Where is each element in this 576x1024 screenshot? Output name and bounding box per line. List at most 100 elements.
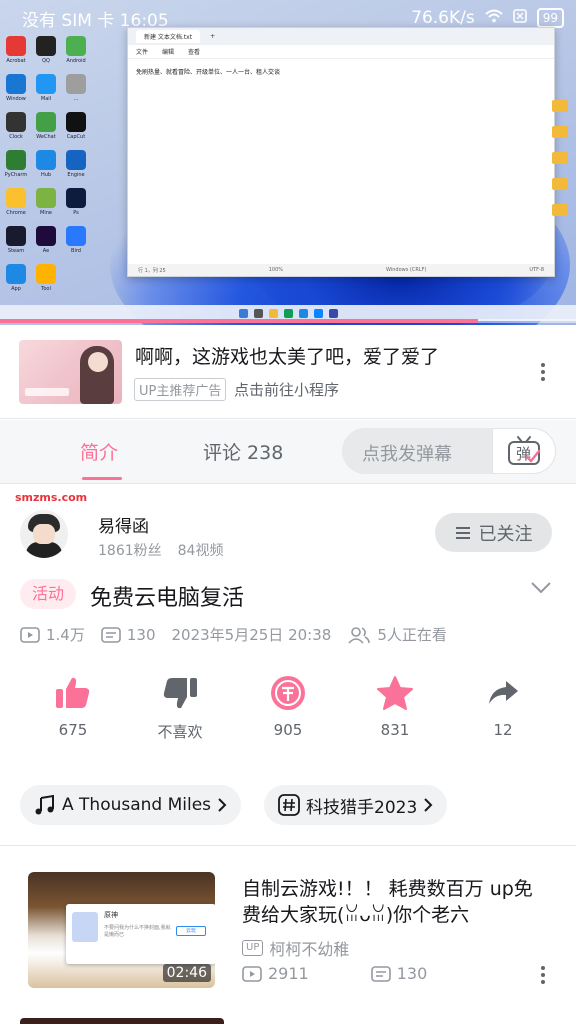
- view-count: 1.4万: [46, 626, 85, 644]
- share-arrow-icon: [458, 673, 548, 713]
- progress-fill: [0, 319, 479, 323]
- menu-file[interactable]: 文件: [136, 47, 148, 56]
- desktop-icons: Acrobat QQ Android Window Mail ... Clock…: [2, 36, 90, 292]
- share-count: 12: [493, 721, 513, 739]
- notepad-eol: Windows (CRLF): [386, 267, 427, 273]
- activity-tag[interactable]: 活动: [20, 579, 77, 609]
- like-button[interactable]: 675: [28, 673, 118, 739]
- notepad-encoding: UTF-8: [529, 267, 544, 273]
- coin-icon: [243, 673, 333, 713]
- related-author[interactable]: UP 柯柯不幼稚: [242, 936, 349, 960]
- related-video-title[interactable]: 自制云游戏!！！ 耗费数百万 up免费给大家玩(ꈍᴗꈍ)你个老六: [242, 876, 542, 928]
- related-danmaku: 130: [396, 964, 428, 983]
- thumbnail-cloud-play: 云玩: [176, 926, 206, 936]
- ad-more-icon[interactable]: [541, 363, 547, 381]
- play-count-icon: [242, 965, 262, 982]
- uploader-name[interactable]: 易得函: [98, 512, 149, 537]
- topic-chip[interactable]: 科技猎手2023: [264, 785, 448, 825]
- bgm-chip[interactable]: A Thousand Miles: [20, 785, 242, 825]
- video-meta: 1.4万 130 2023年5月25日 20:38 5人正在看: [20, 624, 463, 645]
- menu-view[interactable]: 查看: [188, 47, 200, 56]
- tab-intro[interactable]: 简介: [80, 438, 118, 465]
- next-item-thumbnail-edge: [20, 1018, 224, 1024]
- bgm-title: A Thousand Miles: [62, 795, 212, 815]
- thumbnail-game-card: 原神 不要问我为什么不换封面,我就是懒而已 云玩: [66, 904, 215, 964]
- video-title: 免费云电脑复活: [90, 586, 245, 611]
- uploader-stats: 1861粉丝 84视频: [98, 540, 223, 560]
- ad-title[interactable]: 啊啊，这游戏也太美了吧，爱了爱了: [135, 342, 439, 369]
- search-icon: [253, 308, 263, 318]
- coin-button[interactable]: 905: [243, 673, 333, 739]
- video-duration: 02:46: [162, 964, 211, 982]
- favorite-button[interactable]: 831: [350, 673, 440, 739]
- danmaku-placeholder: 点我发弹幕: [362, 444, 452, 465]
- menu-edit[interactable]: 编辑: [162, 47, 174, 56]
- alarm-icon: [512, 8, 527, 28]
- dislike-label: 不喜欢: [157, 723, 203, 741]
- danmaku-count: 130: [126, 625, 156, 644]
- up-badge: UP: [242, 940, 264, 956]
- notepad-statusbar: 行 1，列 25 100% Windows (CRLF) UTF-8: [128, 264, 554, 276]
- battery-icon: 99: [536, 8, 564, 28]
- notepad-cursor-pos: 行 1，列 25: [138, 267, 166, 274]
- related-more-icon[interactable]: [541, 966, 547, 984]
- danmaku-count-icon: [370, 965, 391, 982]
- follow-button[interactable]: 已关注: [435, 513, 552, 552]
- thumbs-down-icon: [135, 673, 225, 713]
- danmaku-icon: 弹: [508, 436, 541, 465]
- play-count-icon: [20, 626, 40, 643]
- notepad-tabbar: 新建 文本文档.txt +: [128, 28, 554, 45]
- danmaku-toggle-button[interactable]: 弹: [492, 428, 556, 474]
- share-button[interactable]: 12: [458, 673, 548, 739]
- thumbs-up-icon: [28, 673, 118, 713]
- like-count: 675: [58, 721, 88, 739]
- notepad-tab[interactable]: 新建 文本文档.txt: [136, 30, 201, 43]
- notepad-zoom: 100%: [268, 267, 284, 273]
- thumbnail-game-subtitle: 不要问我为什么不换封面,我就是懒而已: [104, 925, 171, 938]
- related-views: 2911: [268, 964, 309, 983]
- tab-active-indicator: [82, 477, 122, 480]
- watermark: smzms.com: [15, 491, 88, 504]
- menu-lines-icon: [455, 526, 470, 539]
- chevron-right-icon: [218, 798, 227, 812]
- app-icon: [283, 308, 293, 318]
- music-note-icon: [35, 794, 54, 815]
- danmaku-input[interactable]: 点我发弹幕 弹: [342, 428, 556, 474]
- explorer-icon: [268, 308, 278, 318]
- uploader-avatar[interactable]: [20, 510, 68, 558]
- desktop-folders: [552, 100, 570, 230]
- tab-bar: 简介 评论 238 点我发弹幕 弹: [0, 420, 576, 484]
- danmaku-count-icon: [101, 626, 121, 643]
- hashtag-icon: [278, 794, 300, 816]
- related-stats: 2911 130: [242, 964, 427, 983]
- video-player[interactable]: 没有 SIM 卡 16:05 76.6K/s 99 Acrobat QQ And…: [0, 0, 576, 325]
- net-speed: 76.6K/s: [411, 8, 475, 28]
- follow-label: 已关注: [478, 523, 533, 545]
- watching-now: 5人正在看: [377, 626, 447, 644]
- app-icon: [328, 308, 338, 318]
- thumbnail-game-title: 原神: [104, 911, 118, 919]
- ad-banner[interactable]: 啊啊，这游戏也太美了吧，爱了爱了 UP主推荐广告 点击前往小程序: [0, 325, 576, 419]
- notepad-menu: 文件 编辑 查看: [128, 45, 554, 59]
- chevron-down-icon[interactable]: [530, 580, 552, 599]
- ad-thumbnail[interactable]: [19, 340, 122, 404]
- related-video-thumbnail[interactable]: 原神 不要问我为什么不换封面,我就是懒而已 云玩 02:46: [28, 872, 215, 988]
- start-icon: [238, 308, 248, 318]
- publish-date: 2023年5月25日 20:38: [171, 626, 332, 644]
- dislike-button[interactable]: 不喜欢: [135, 673, 225, 742]
- related-author-name: 柯柯不幼稚: [269, 940, 350, 959]
- notepad-text[interactable]: 免刷热量、就看冒险、开级单位、一人一台、租人交谈: [128, 59, 554, 84]
- ad-miniprogram-link[interactable]: 点击前往小程序: [234, 379, 339, 400]
- app-icon: [313, 308, 323, 318]
- notepad-window[interactable]: 新建 文本文档.txt + 文件 编辑 查看 免刷热量、就看冒险、开级单位、一人…: [127, 27, 555, 277]
- ad-badge: UP主推荐广告: [134, 378, 227, 401]
- add-tab-icon[interactable]: +: [210, 33, 215, 40]
- coin-count: 905: [273, 721, 303, 739]
- tab-comments[interactable]: 评论 238: [203, 438, 283, 465]
- favorite-count: 831: [380, 721, 410, 739]
- chevron-right-icon: [424, 798, 433, 812]
- playback-progress-bar[interactable]: [0, 319, 576, 323]
- topic-title: 科技猎手2023: [306, 797, 418, 818]
- wifi-icon: [485, 8, 503, 28]
- star-icon: [350, 673, 440, 713]
